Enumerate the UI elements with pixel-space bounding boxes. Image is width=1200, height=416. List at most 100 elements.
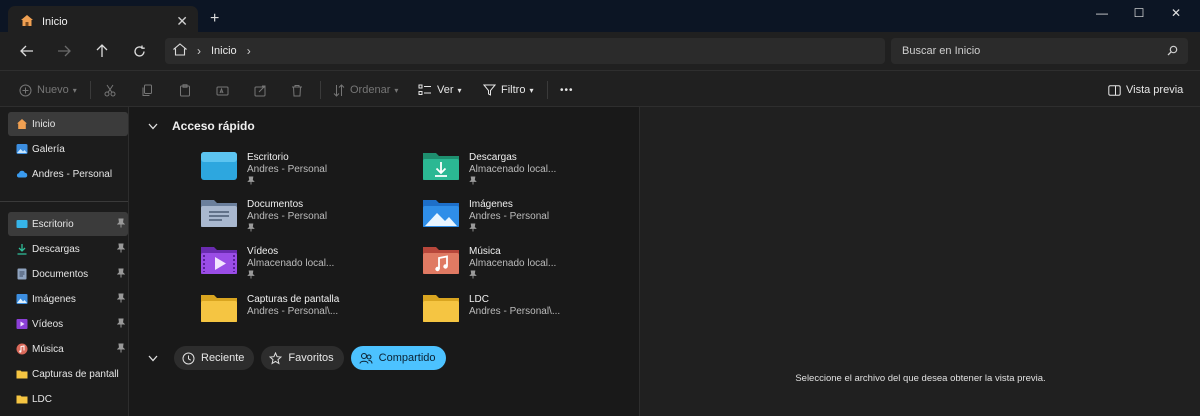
item-name: Capturas de pantalla	[247, 294, 340, 305]
preview-pane-icon	[1108, 84, 1121, 96]
pin-icon	[116, 268, 126, 281]
maximize-button[interactable]: ☐	[1121, 4, 1157, 22]
chevron-down-icon: ▾	[529, 85, 534, 95]
filter-label: Filtro	[501, 84, 526, 96]
share-button[interactable]	[254, 80, 267, 100]
home-icon	[20, 14, 34, 30]
divider	[90, 81, 91, 99]
filter-shared-chip[interactable]: Compartido	[350, 346, 446, 370]
rename-icon	[216, 86, 229, 95]
pin-icon	[469, 270, 477, 279]
close-window-button[interactable]: ✕	[1158, 4, 1194, 22]
item-name: Documentos	[247, 199, 304, 210]
sort-button[interactable]: Ordenar ▾	[333, 80, 398, 100]
command-bar: Nuevo ▾ Ordenar ▾ Ver ▾ Filtro ▾ ••• Vis…	[0, 70, 1200, 107]
pin-icon	[247, 176, 255, 185]
item-name: Música	[469, 246, 501, 257]
address-bar[interactable]: › Inicio ›	[165, 38, 885, 64]
filter-recent-chip[interactable]: Reciente	[174, 346, 255, 370]
search-placeholder: Buscar en Inicio	[902, 45, 981, 57]
forward-button[interactable]	[53, 41, 75, 61]
sidebar-item-videos[interactable]: Vídeos	[8, 312, 128, 336]
sidebar-item-imagenes[interactable]: Imágenes	[8, 287, 128, 311]
filter-favorites-chip[interactable]: Favoritos	[261, 346, 344, 370]
divider	[320, 81, 321, 99]
new-tab-button[interactable]: +	[210, 10, 219, 28]
delete-button[interactable]	[291, 80, 303, 100]
sidebar-item-documentos[interactable]: Documentos	[8, 262, 128, 286]
clock-icon	[182, 352, 195, 364]
more-options-button[interactable]: •••	[560, 80, 574, 100]
quick-access-item[interactable]: Documentos Andres - Personal	[200, 196, 415, 242]
share-icon	[254, 85, 266, 96]
filter-button[interactable]: Filtro ▾	[483, 80, 533, 100]
cut-button[interactable]	[104, 80, 116, 100]
download-icon	[17, 244, 27, 255]
sidebar-item-capturas[interactable]: Capturas de pantall	[8, 362, 128, 386]
view-button[interactable]: Ver ▾	[418, 80, 462, 100]
tab-close-icon[interactable]: ✕	[176, 13, 188, 30]
quick-access-item[interactable]: Imágenes Andres - Personal	[422, 196, 637, 242]
videos-icon	[16, 319, 28, 329]
pin-icon	[116, 343, 126, 356]
arrow-right-icon	[58, 45, 71, 57]
sidebar-item-label: Inicio	[32, 118, 56, 130]
videos-folder-icon	[201, 247, 237, 274]
folder-icon	[16, 395, 28, 404]
quick-access-item[interactable]: LDC Andres - Personal\...	[422, 291, 637, 337]
sidebar-item-galeria[interactable]: Galería	[8, 137, 128, 161]
sidebar-item-inicio[interactable]: Inicio	[8, 112, 128, 136]
sidebar-item-label: LDC	[32, 393, 53, 405]
music-folder-icon	[423, 247, 459, 274]
breadcrumb-separator-icon[interactable]: ›	[247, 44, 251, 58]
sidebar-item-label: Capturas de pantall	[32, 368, 119, 380]
quick-access-item[interactable]: Vídeos Almacenado local...	[200, 243, 415, 289]
documents-folder-icon	[201, 200, 237, 227]
sidebar-item-musica[interactable]: Música	[8, 337, 128, 361]
refresh-button[interactable]	[128, 41, 150, 61]
back-button[interactable]	[16, 41, 38, 61]
pin-icon	[116, 318, 126, 331]
preview-message: Seleccione el archivo del que desea obte…	[795, 373, 1046, 384]
copy-button[interactable]	[141, 80, 153, 100]
search-input[interactable]: Buscar en Inicio	[891, 38, 1188, 64]
view-icon	[418, 84, 431, 95]
up-button[interactable]	[91, 41, 113, 61]
quick-access-item[interactable]: Capturas de pantalla Andres - Personal\.…	[200, 291, 415, 337]
preview-pane: Seleccione el archivo del que desea obte…	[639, 107, 1200, 416]
sidebar-item-descargas[interactable]: Descargas	[8, 237, 128, 261]
rename-button[interactable]	[216, 80, 229, 100]
chevron-down-icon[interactable]	[148, 355, 158, 362]
arrow-left-icon	[20, 45, 33, 57]
quick-access-item[interactable]: Música Almacenado local...	[422, 243, 637, 289]
sidebar-item-escritorio[interactable]: Escritorio	[8, 212, 128, 236]
sort-label: Ordenar	[350, 84, 391, 96]
home-icon	[172, 43, 188, 59]
quick-access-item[interactable]: Descargas Almacenado local...	[422, 149, 637, 195]
sidebar-item-label: Escritorio	[32, 218, 74, 230]
paste-button[interactable]	[179, 80, 191, 100]
chevron-down-icon: ▾	[72, 85, 77, 95]
pictures-folder-icon	[423, 200, 459, 227]
downloads-folder-icon	[423, 153, 459, 180]
pin-icon	[116, 243, 126, 256]
sidebar-item-andres-personal[interactable]: › Andres - Personal	[8, 162, 128, 186]
breadcrumb-separator-icon[interactable]: ›	[197, 44, 201, 58]
new-label: Nuevo	[37, 84, 69, 96]
navigation-bar: › Inicio › Buscar en Inicio	[0, 32, 1200, 70]
quick-access-item[interactable]: Escritorio Andres - Personal	[200, 149, 415, 195]
documents-icon	[17, 268, 27, 280]
sidebar-item-ldc[interactable]: LDC	[8, 387, 128, 411]
scissors-icon	[104, 84, 116, 96]
quick-access-header[interactable]: Acceso rápido	[148, 119, 255, 133]
chevron-down-icon[interactable]	[148, 123, 158, 130]
desktop-icon	[16, 220, 28, 228]
breadcrumb-inicio[interactable]: Inicio	[211, 45, 237, 57]
preview-pane-toggle[interactable]: Vista previa	[1108, 80, 1183, 100]
new-button[interactable]: Nuevo ▾	[19, 80, 77, 100]
tab-title: Inicio	[42, 16, 68, 28]
plus-circle-icon	[19, 84, 32, 96]
sidebar-item-label: Andres - Personal	[32, 168, 113, 180]
item-location: Almacenado local...	[469, 164, 557, 175]
minimize-button[interactable]: —	[1084, 4, 1120, 22]
